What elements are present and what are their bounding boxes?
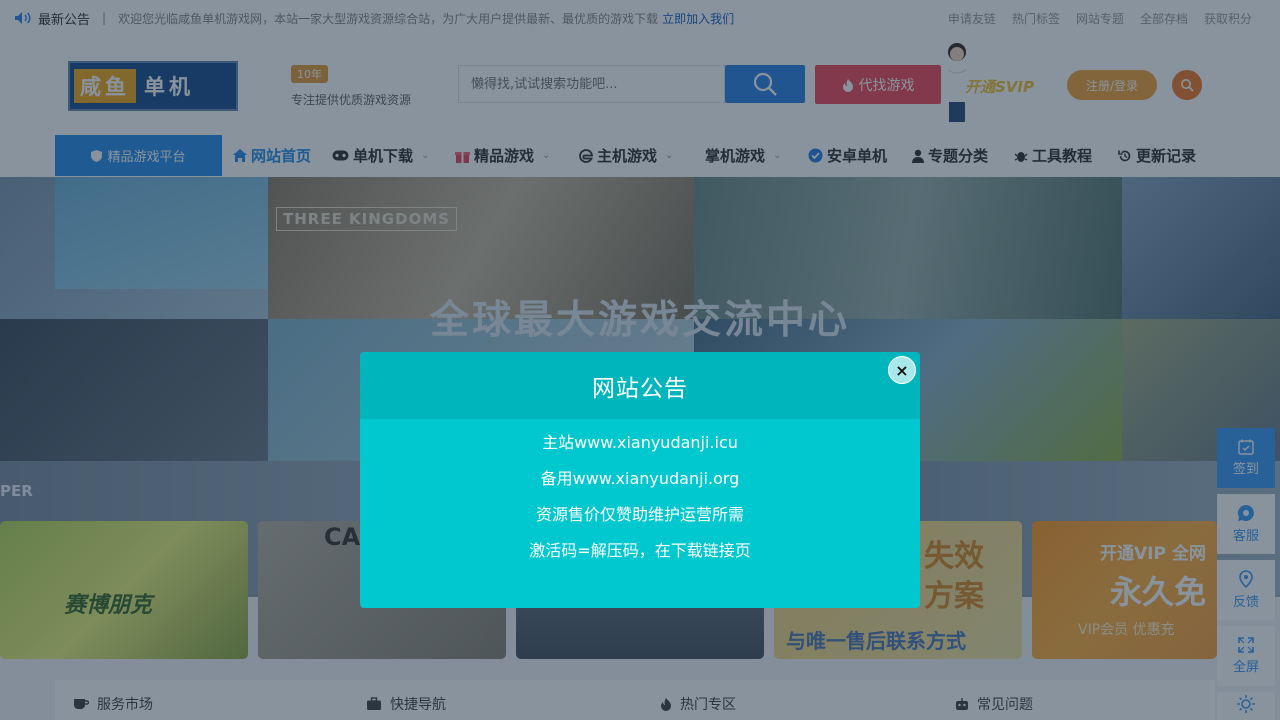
modal-line-activation: 激活码=解压码，在下载链接页	[529, 541, 751, 560]
announcement-modal: 网站公告 × 主站www.xianyudanji.icu 备用www.xiany…	[360, 352, 920, 608]
modal-line-main-site: 主站www.xianyudanji.icu	[542, 433, 738, 452]
modal-body: 主站www.xianyudanji.icu 备用www.xianyudanji.…	[360, 419, 920, 576]
modal-title: 网站公告	[592, 375, 688, 402]
modal-line-backup-site: 备用www.xianyudanji.org	[540, 469, 740, 488]
modal-line-pricing: 资源售价仅赞助维护运营所需	[535, 505, 744, 524]
modal-header: 网站公告	[360, 352, 920, 419]
close-button[interactable]: ×	[888, 356, 916, 384]
close-icon: ×	[895, 360, 909, 380]
